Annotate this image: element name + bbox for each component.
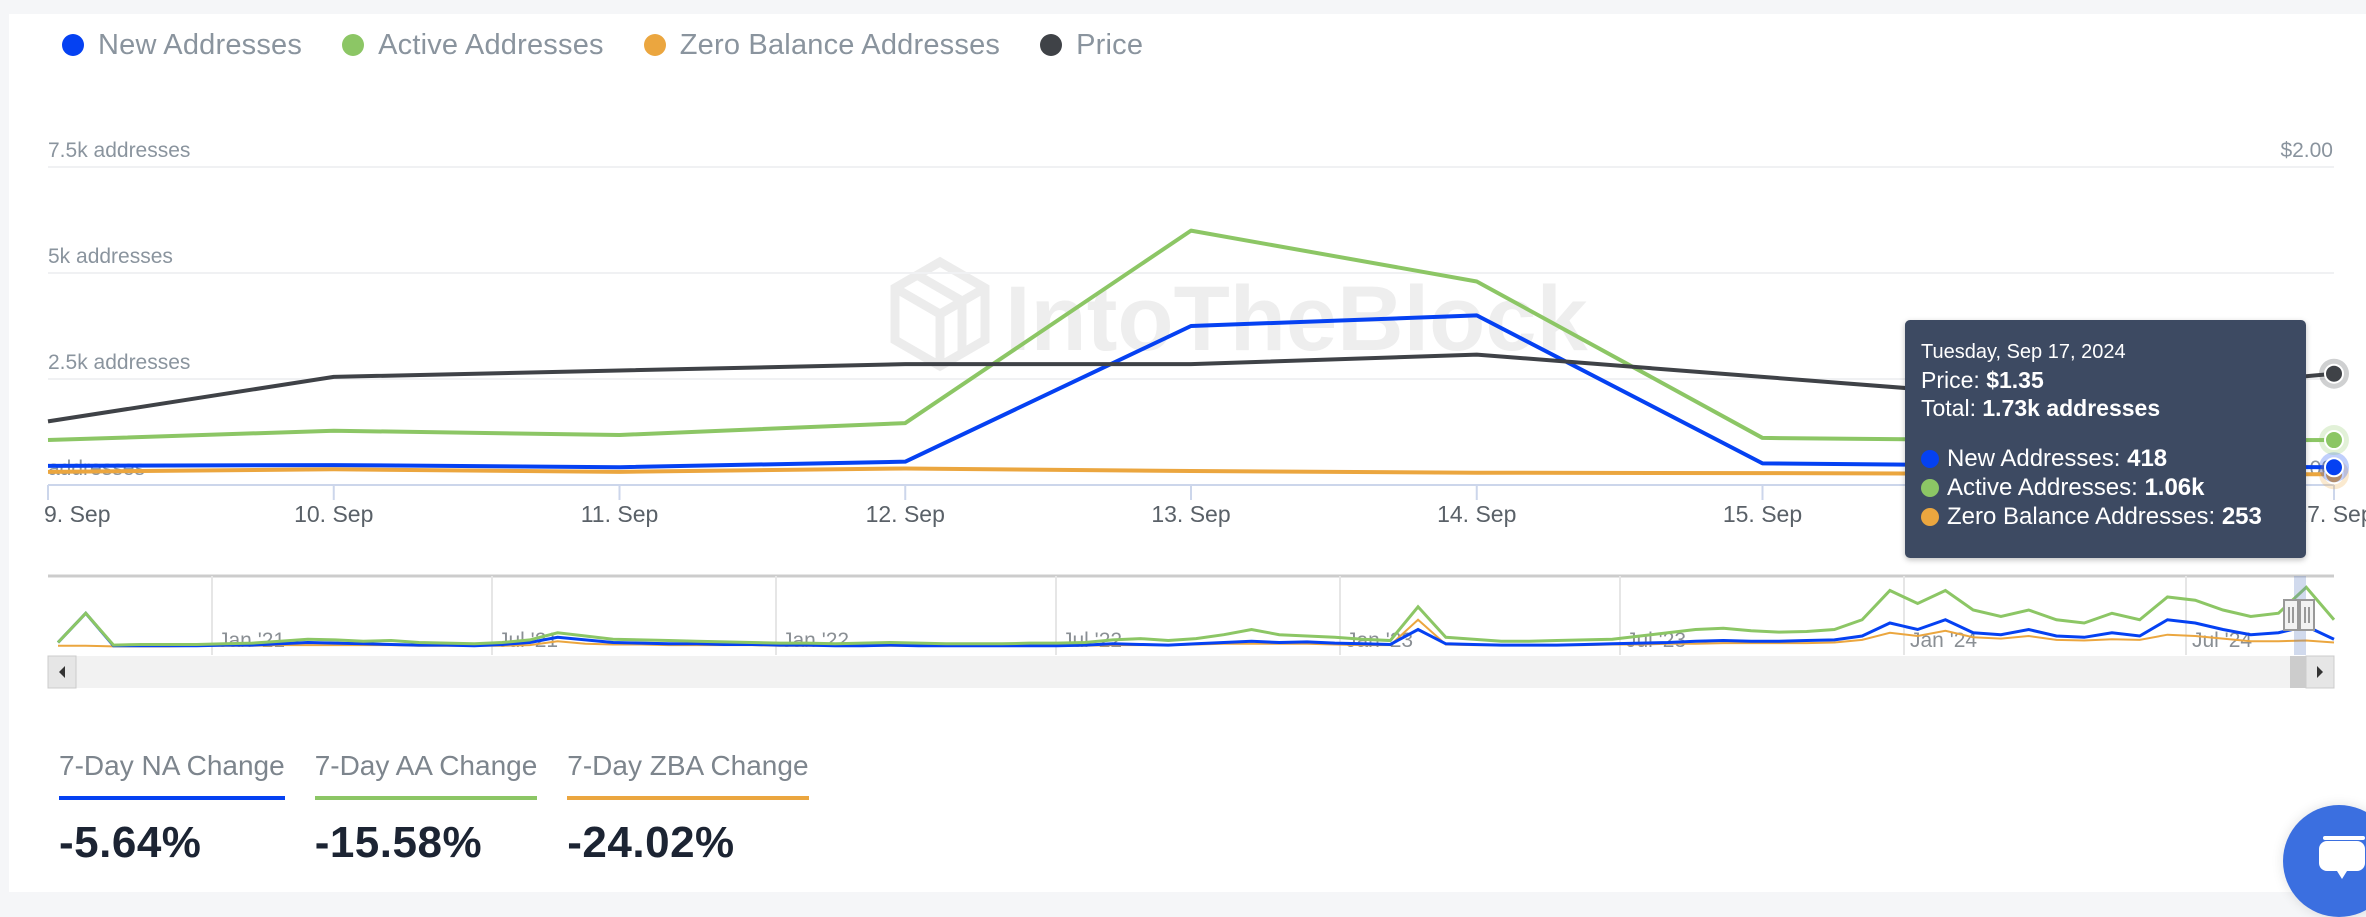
- tooltip-row-new-addresses: New Addresses: 418: [1921, 444, 2290, 473]
- x-tick-label: 12. Sep: [866, 501, 945, 527]
- x-tick-label: 9. Sep: [44, 501, 111, 527]
- tooltip-total-label: Total:: [1921, 395, 1983, 421]
- y-right-tick-label: $2.00: [2280, 139, 2333, 162]
- y-axis-left: addresses 2.5k addresses 5k addresses 7.5k …: [48, 139, 190, 480]
- tooltip: Tuesday, Sep 17, 2024 Price: $1.35 Total…: [1905, 320, 2306, 558]
- navigator-tick-label: Jan '24: [1910, 629, 1977, 652]
- stat-zba-change: 7-Day ZBA Change -24.02%: [567, 750, 809, 868]
- tooltip-dot: [1921, 478, 1939, 497]
- scrollbar-track[interactable]: [48, 656, 2334, 688]
- tooltip-row-value: 418: [2127, 445, 2168, 472]
- tooltip-price: Price: $1.35: [1921, 366, 2290, 394]
- tooltip-price-value: $1.35: [1986, 367, 2044, 393]
- y-left-tick-label: 5k addresses: [48, 245, 173, 268]
- hover-markers: [2319, 358, 2349, 490]
- x-tick-label: 10. Sep: [294, 501, 373, 527]
- stat-label: 7-Day NA Change: [59, 750, 285, 800]
- tooltip-price-label: Price:: [1921, 367, 1987, 393]
- tooltip-dot: [1921, 507, 1939, 526]
- navigator[interactable]: Jan '21 Jul '21 Jan '22 Jul '22 Jan '23 Jul '…: [47, 574, 2336, 689]
- tooltip-total-value: 1.73k addresses: [1982, 395, 2161, 421]
- stat-aa-change: 7-Day AA Change -15.58%: [314, 750, 538, 868]
- tooltip-total: Total: 1.73k addresses: [1921, 394, 2290, 422]
- x-tick-label: 11. Sep: [581, 501, 659, 527]
- stat-value: -5.64%: [59, 818, 202, 867]
- stat-value: -24.02%: [567, 818, 735, 867]
- tooltip-row-zero-balance-addresses: Zero Balance Addresses: 253: [1921, 502, 2290, 531]
- y-left-tick-label: 2.5k addresses: [48, 351, 190, 374]
- navigator-tick-label: Jan '22: [782, 629, 849, 652]
- x-tick-label: 14. Sep: [1437, 501, 1516, 527]
- stat-label: 7-Day ZBA Change: [567, 750, 809, 800]
- navigator-handle-left[interactable]: [2283, 599, 2299, 631]
- tooltip-row-label: Active Addresses:: [1947, 474, 2145, 501]
- scrollbar-thumb[interactable]: [2290, 656, 2306, 688]
- tooltip-row-value: 253: [2221, 503, 2262, 530]
- stat-value: -15.58%: [314, 818, 483, 867]
- scrollbar-left-button[interactable]: [47, 655, 77, 689]
- navigator-series: [56, 585, 2336, 647]
- marker-point: [2324, 430, 2344, 451]
- tooltip-spacer: [1921, 422, 2290, 444]
- stat-label: 7-Day AA Change: [314, 750, 538, 800]
- scrollbar-right-button[interactable]: [2305, 655, 2335, 689]
- marker-point: [2324, 363, 2344, 384]
- watermark-cube-icon: [890, 256, 990, 372]
- y-left-tick-label: addresses: [48, 457, 145, 480]
- navigator-handle-right[interactable]: [2299, 599, 2315, 631]
- y-left-tick-label: 7.5k addresses: [48, 139, 190, 162]
- tooltip-row-active-addresses: Active Addresses: 1.06k: [1921, 473, 2290, 502]
- marker-point: [2324, 457, 2344, 478]
- stats-row: 7-Day NA Change -5.64% 7-Day AA Change -…: [59, 750, 809, 868]
- x-tick-label: 13. Sep: [1151, 501, 1230, 527]
- x-tick-label: 15. Sep: [1723, 501, 1802, 527]
- chat-bubble-icon: [2319, 836, 2365, 879]
- stat-na-change: 7-Day NA Change -5.64%: [59, 750, 285, 868]
- tooltip-row-value: 1.06k: [2144, 474, 2205, 501]
- tooltip-date: Tuesday, Sep 17, 2024: [1921, 341, 2126, 363]
- tooltip-row-label: New Addresses:: [1947, 445, 2128, 472]
- tooltip-dot: [1921, 449, 1939, 468]
- tooltip-row-label: Zero Balance Addresses:: [1947, 503, 2222, 530]
